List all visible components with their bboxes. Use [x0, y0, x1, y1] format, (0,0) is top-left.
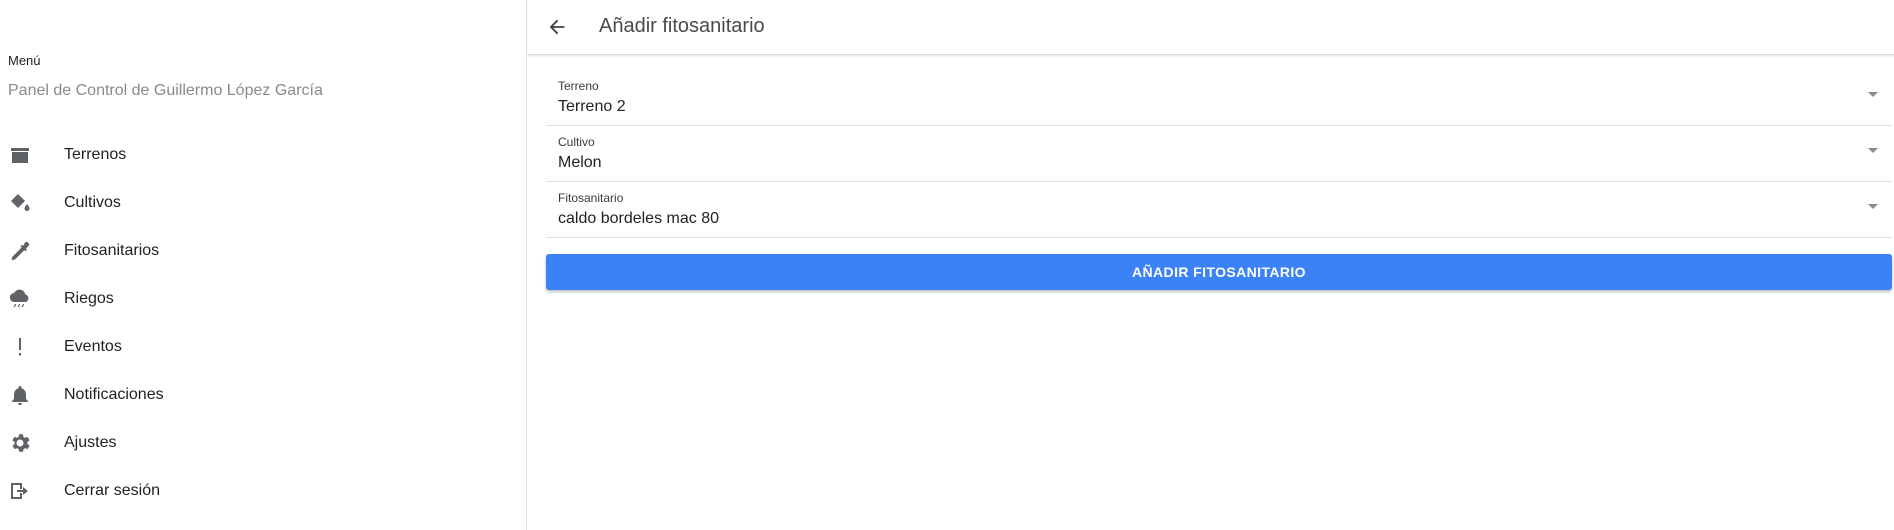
sidebar-item-label: Riegos [64, 290, 114, 307]
sidebar-item-cultivos[interactable]: Cultivos [0, 179, 527, 227]
sidebar-item-label: Cerrar sesión [64, 482, 161, 499]
terreno-value: Terreno 2 [558, 98, 626, 115]
sidebar-item-terrenos[interactable]: Terrenos [0, 131, 527, 179]
terreno-select[interactable]: Terreno Terreno 2 [546, 70, 1892, 126]
sidebar-item-label: Cultivos [64, 194, 121, 211]
fitosanitario-select[interactable]: Fitosanitario caldo bordeles mac 80 [546, 182, 1892, 238]
main-content: Añadir fitosanitario Terreno Terreno 2 C… [528, 0, 1894, 530]
app-header: Añadir fitosanitario [528, 0, 1894, 55]
menu-title: Menú [8, 53, 41, 68]
cultivo-select[interactable]: Cultivo Melon [546, 126, 1892, 182]
fitosanitario-value: caldo bordeles mac 80 [558, 210, 719, 227]
sidebar-item-eventos[interactable]: Eventos [0, 323, 527, 371]
sidebar-item-cerrar-sesion[interactable]: Cerrar sesión [0, 467, 527, 515]
bell-icon [8, 383, 32, 407]
cultivo-label: Cultivo [558, 135, 595, 149]
eyedropper-icon [8, 239, 32, 263]
logout-icon [8, 479, 32, 503]
menu-subtitle: Panel de Control de Guillermo López Garc… [8, 82, 323, 99]
caret-down-icon [1868, 92, 1878, 97]
sidebar-nav: Terrenos Cultivos Fitosanitarios Riegos … [0, 131, 527, 515]
sidebar: Menú Panel de Control de Guillermo López… [0, 0, 527, 530]
sidebar-item-label: Eventos [64, 338, 122, 355]
page-title: Añadir fitosanitario [599, 15, 765, 37]
sidebar-item-ajustes[interactable]: Ajustes [0, 419, 527, 467]
sidebar-item-label: Fitosanitarios [64, 242, 160, 259]
gear-icon [8, 431, 32, 455]
sidebar-item-label: Ajustes [64, 434, 117, 451]
sidebar-item-label: Terrenos [64, 146, 127, 163]
add-fitosanitario-button[interactable]: AÑADIR FITOSANITARIO [546, 254, 1892, 290]
paint-bucket-icon [8, 191, 32, 215]
caret-down-icon [1868, 204, 1878, 209]
sidebar-item-riegos[interactable]: Riegos [0, 275, 527, 323]
cultivo-value: Melon [558, 154, 602, 171]
sidebar-item-notificaciones[interactable]: Notificaciones [0, 371, 527, 419]
fitosanitario-label: Fitosanitario [558, 191, 624, 205]
rain-cloud-icon [8, 287, 32, 311]
sidebar-item-label: Notificaciones [64, 386, 164, 403]
back-button[interactable] [544, 14, 570, 40]
caret-down-icon [1868, 148, 1878, 153]
terreno-label: Terreno [558, 79, 599, 93]
archive-icon [8, 143, 32, 167]
arrow-back-icon [549, 19, 565, 35]
sidebar-item-fitosanitarios[interactable]: Fitosanitarios [0, 227, 527, 275]
exclamation-icon [8, 335, 32, 359]
